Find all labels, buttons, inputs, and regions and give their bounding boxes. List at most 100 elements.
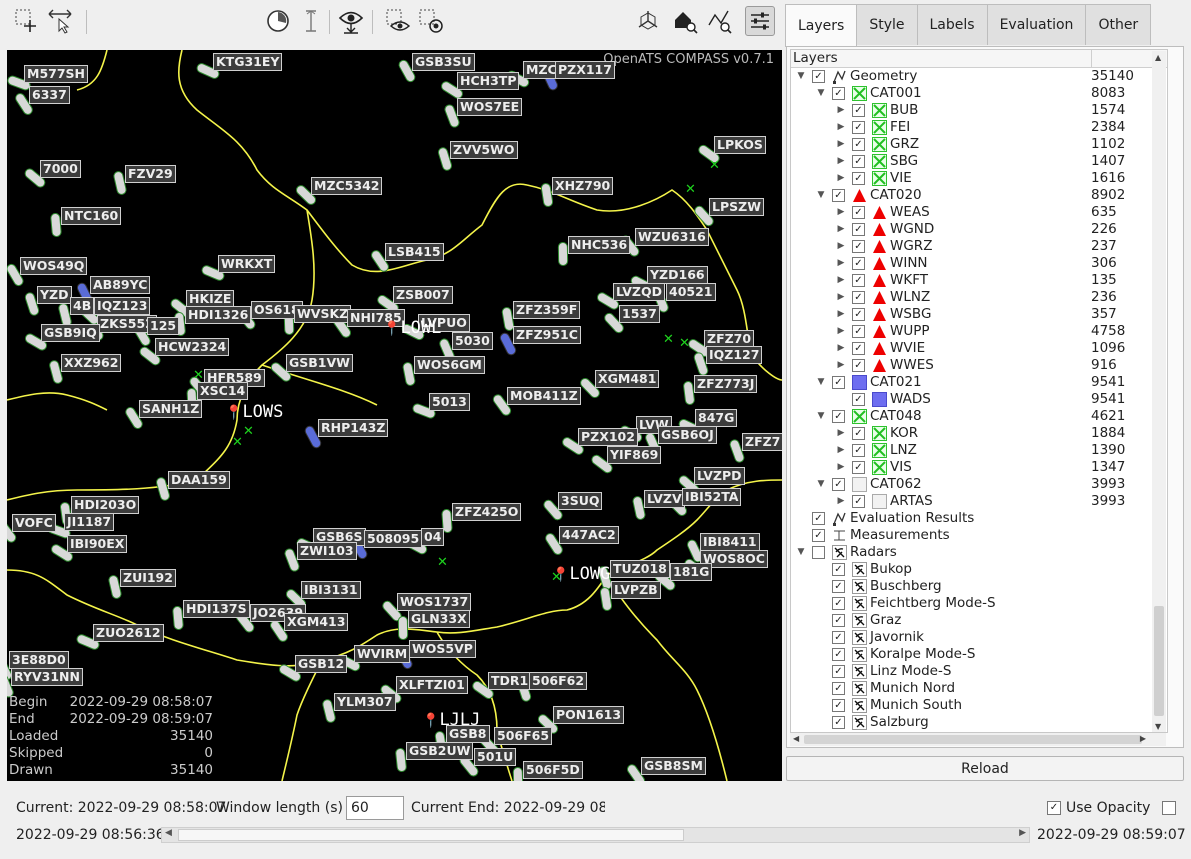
tree-row[interactable]: ▶ ✓ FEI 2384 (791, 119, 1167, 136)
track-label[interactable]: WRKXT (218, 255, 276, 273)
chevron-right-icon[interactable]: ▶ (836, 425, 846, 442)
track-label[interactable]: GSB12 (295, 655, 348, 673)
track-label[interactable]: ZFZ425O (452, 503, 522, 521)
track-label[interactable]: WOS1737 (397, 593, 472, 611)
track-label[interactable]: MZC5342 (311, 177, 383, 195)
time-slider[interactable]: ◀ ▶ (161, 827, 1030, 843)
eye-select-button[interactable] (383, 6, 413, 36)
tree-row[interactable]: ▼ ✓ CAT048 4621 (791, 408, 1167, 425)
layer-checkbox[interactable]: ✓ (852, 155, 865, 168)
time-filter-button[interactable] (263, 6, 293, 36)
layer-checkbox[interactable]: ✓ (852, 206, 865, 219)
chevron-down-icon[interactable]: ▼ (796, 544, 806, 561)
tree-row[interactable]: ✓ Graz (791, 612, 1167, 629)
layer-checkbox[interactable]: ✓ (832, 580, 845, 593)
layer-tree[interactable]: Layers ▼ ✓ Geometry 35140 ▼ ✓ CAT001 8083 ▶ ✓ BUB 1… (790, 49, 1168, 733)
track-label[interactable]: 5013 (429, 393, 470, 411)
track-label[interactable]: 04 (421, 528, 445, 546)
track-label[interactable]: XXZ962 (61, 354, 122, 372)
tree-row[interactable]: ▶ ✓ GRZ 1102 (791, 136, 1167, 153)
airport-marker[interactable]: 📍LOWS (225, 402, 283, 422)
track-label[interactable]: XHZ790 (552, 177, 614, 195)
slider-right-arrow-icon[interactable]: ▶ (1019, 828, 1026, 838)
tree-row[interactable]: ✓ Munich Nord (791, 680, 1167, 697)
hscroll-thumb[interactable] (804, 735, 1142, 744)
track-label[interactable]: GSB6OJ (658, 426, 717, 444)
eye-highlight-button[interactable] (416, 6, 446, 36)
chevron-right-icon[interactable]: ▶ (836, 170, 846, 187)
settings-button[interactable] (745, 6, 775, 36)
tab-evaluation[interactable]: Evaluation (986, 4, 1087, 45)
tree-row[interactable]: ▶ ✓ WGRZ 237 (791, 238, 1167, 255)
layer-checkbox[interactable]: ✓ (852, 427, 865, 440)
track-label[interactable]: XGM413 (284, 613, 349, 631)
chevron-down-icon[interactable]: ▼ (816, 187, 826, 204)
layer-checkbox[interactable]: ✓ (832, 716, 845, 729)
track-label[interactable]: XLFTZI01 (396, 676, 468, 694)
layer-checkbox[interactable]: ✓ (852, 325, 865, 338)
track-label[interactable]: LVPZB (611, 581, 661, 599)
track-label[interactable]: IBI90EX (67, 535, 128, 553)
chevron-down-icon[interactable]: ▼ (796, 68, 806, 85)
layer-checkbox[interactable]: ✓ (852, 274, 865, 287)
layer-checkbox[interactable]: ✓ (832, 376, 845, 389)
layer-checkbox[interactable]: ✓ (832, 682, 845, 695)
track-label[interactable]: RHP143Z (318, 419, 389, 437)
layer-checkbox[interactable]: ✓ (852, 308, 865, 321)
layer-checkbox[interactable]: ✓ (852, 444, 865, 457)
airport-marker[interactable]: 📍LJLJ (422, 710, 480, 730)
track-label[interactable]: YIF869 (607, 446, 662, 464)
layer-checkbox[interactable]: ✓ (832, 631, 845, 644)
tab-other[interactable]: Other (1085, 4, 1152, 45)
aircraft-symbol[interactable] (398, 616, 408, 640)
layer-checkbox[interactable]: ✓ (852, 121, 865, 134)
window-length-input[interactable]: 60 (346, 796, 404, 820)
tab-style[interactable]: Style (856, 4, 918, 45)
track-label[interactable]: IBI8411 (700, 533, 760, 551)
use-opacity-checkbox[interactable]: ✓ (1047, 801, 1061, 815)
track-label[interactable]: LPKOS (714, 136, 766, 154)
chevron-down-icon[interactable]: ▼ (816, 374, 826, 391)
tree-row[interactable]: ▶ ✓ VIS 1347 (791, 459, 1167, 476)
track-label[interactable]: ZUO2612 (93, 624, 164, 642)
tree-row[interactable]: ▶ ✓ WEAS 635 (791, 204, 1167, 221)
track-label[interactable]: KTG31EY (213, 53, 283, 71)
track-label[interactable]: SANH1Z (139, 400, 203, 418)
tree-row[interactable]: ✓ Buschberg (791, 578, 1167, 595)
tree-row[interactable]: ✓ Feichtberg Mode-S (791, 595, 1167, 612)
layer-checkbox[interactable]: ✓ (852, 240, 865, 253)
track-label[interactable]: IQZ123 (94, 297, 151, 315)
tree-row[interactable]: ✓ Javornik (791, 629, 1167, 646)
track-search-button[interactable] (704, 6, 734, 36)
chevron-right-icon[interactable]: ▶ (836, 221, 846, 238)
layer-checkbox[interactable]: ✓ (832, 189, 845, 202)
tree-row[interactable]: ▶ ✓ WGND 226 (791, 221, 1167, 238)
track-label[interactable]: 506F62 (529, 672, 588, 690)
track-label[interactable]: GSB3SU (412, 53, 475, 71)
track-label[interactable]: 847G (695, 409, 738, 427)
tree-vertical-scrollbar[interactable]: ▲ ▼ (1152, 51, 1166, 732)
chevron-right-icon[interactable]: ▶ (836, 323, 846, 340)
layer-checkbox[interactable]: ✓ (852, 495, 865, 508)
layer-checkbox[interactable]: ✓ (832, 648, 845, 661)
layer-checkbox[interactable]: ✓ (852, 223, 865, 236)
track-label[interactable]: ZWI103 (297, 542, 357, 560)
track-label[interactable]: WOS5VP (409, 640, 476, 658)
track-label[interactable]: 447AC2 (559, 526, 619, 544)
track-label[interactable]: HCH3TP (457, 72, 520, 90)
track-label[interactable]: 5030 (452, 332, 493, 350)
chevron-right-icon[interactable]: ▶ (836, 102, 846, 119)
tree-horizontal-scrollbar[interactable]: ◀ ▶ (790, 733, 1166, 746)
scroll-thumb[interactable] (1154, 606, 1164, 716)
tree-row[interactable]: ▶ ✓ WLNZ 236 (791, 289, 1167, 306)
track-label[interactable]: IBI52TA (682, 488, 742, 506)
layer-checkbox[interactable]: ✓ (852, 342, 865, 355)
airport-marker[interactable]: 📍LOWG (552, 564, 610, 584)
track-label[interactable]: GSB2UW (406, 742, 474, 760)
track-label[interactable]: 506F65 (494, 727, 553, 745)
airport-marker[interactable]: 📍LOWL (383, 318, 441, 338)
layer-checkbox[interactable]: ✓ (812, 512, 825, 525)
track-label[interactable]: NTC160 (61, 207, 122, 225)
track-label[interactable]: ZFZ773J (694, 375, 758, 393)
layer-checkbox[interactable]: ✓ (812, 529, 825, 542)
